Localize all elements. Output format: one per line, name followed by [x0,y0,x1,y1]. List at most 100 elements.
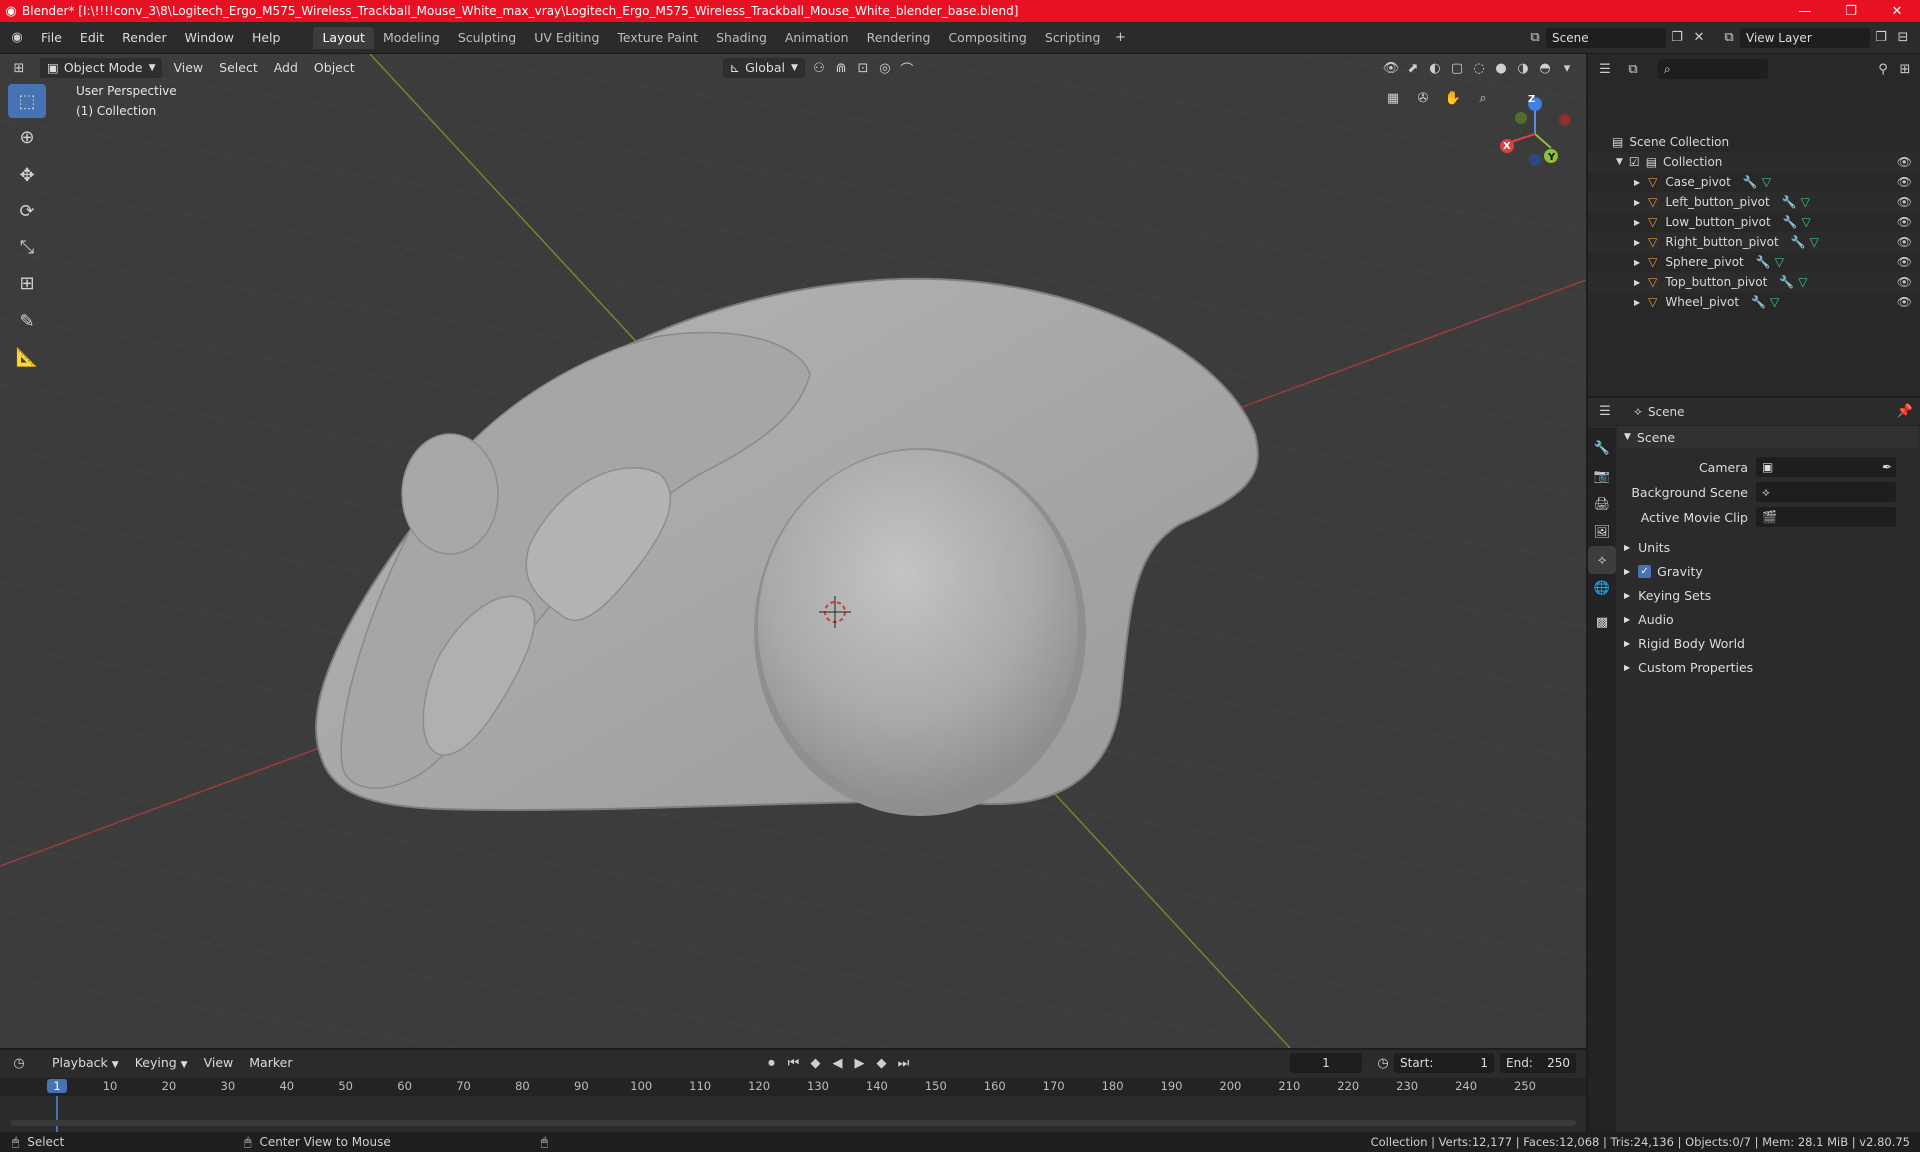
close-button[interactable]: ✕ [1874,0,1920,22]
expand-arrow-icon[interactable]: ▶ [1634,258,1640,267]
pin-icon[interactable]: 📌 [1894,402,1916,422]
prev-keyframe-icon[interactable]: ◆ [804,1053,826,1073]
mode-dropdown[interactable]: ▣ Object Mode ▼ [40,58,163,78]
subpanel-header[interactable]: ▶ Audio [1618,608,1918,630]
gravity-checkbox[interactable]: ✓ [1638,564,1652,578]
expand-arrow-icon[interactable]: ▶ [1634,298,1640,307]
transform-orientation-dropdown[interactable]: ⊾ Global ▼ [722,58,805,78]
move-tool-icon[interactable]: ✥ [8,158,46,192]
end-frame-field[interactable]: End: 250 [1500,1053,1576,1073]
rotate-tool-icon[interactable]: ⟳ [8,194,46,228]
outliner-editor-type-icon[interactable]: ☰ [1594,59,1616,79]
delete-view-layer-icon[interactable]: ⊟ [1892,28,1914,48]
movie-clip-field[interactable]: 🎬 [1756,507,1896,527]
tab-scripting[interactable]: Scripting [1036,27,1110,49]
record-icon[interactable]: ⏺ [760,1053,782,1073]
outliner-search-input[interactable]: ⌕ [1658,59,1768,79]
tab-sculpting[interactable]: Sculpting [449,27,525,49]
transform-tool-icon[interactable]: ⊞ [8,266,46,300]
view-layer-browse-icon[interactable]: ⧉ [1718,28,1740,48]
wireframe-shading-icon[interactable]: ◌ [1468,58,1490,78]
outliner-object-row[interactable]: ▶ ▽ Low_button_pivot 🔧 ▽ 👁 [1588,212,1920,232]
filter-icon[interactable]: ⚲ [1872,59,1894,79]
minimize-button[interactable]: — [1782,0,1828,22]
eye-icon[interactable]: 👁 [1897,255,1912,269]
falloff-icon[interactable]: ⌒ [896,58,918,78]
delete-scene-icon[interactable]: ✕ [1688,28,1710,48]
tab-animation[interactable]: Animation [776,27,858,49]
solid-shading-icon[interactable]: ● [1490,58,1512,78]
tab-modeling[interactable]: Modeling [374,27,449,49]
camera-field[interactable]: ▣ ✒ [1756,457,1896,477]
zoom-icon[interactable]: ⌕ [1472,88,1494,108]
tab-shading[interactable]: Shading [707,27,776,49]
jump-end-icon[interactable]: ⏭ [892,1053,914,1073]
render-tab-icon[interactable]: 📷 [1588,462,1616,490]
subpanel-header[interactable]: ▶ ✓ Gravity [1618,560,1918,582]
background-scene-field[interactable]: ⟡ [1756,482,1896,502]
menu-render[interactable]: Render [113,27,176,49]
expand-arrow-icon[interactable]: ▶ [1634,178,1640,187]
measure-tool-icon[interactable]: 📐 [8,340,46,374]
eye-icon[interactable]: 👁 [1897,195,1912,209]
subpanel-header[interactable]: ▶ Units [1618,536,1918,558]
editor-type-icon[interactable]: ⊞ [8,58,30,78]
outliner-object-row[interactable]: ▶ ▽ Top_button_pivot 🔧 ▽ 👁 [1588,272,1920,292]
new-scene-icon[interactable]: ❐ [1666,28,1688,48]
rendered-shading-icon[interactable]: ◓ [1534,58,1556,78]
tab-compositing[interactable]: Compositing [939,27,1035,49]
display-mode-icon[interactable]: ⧉ [1622,59,1644,79]
start-frame-field[interactable]: Start: 1 [1394,1053,1494,1073]
select-menu[interactable]: Select [211,58,266,78]
texture-tab-icon[interactable]: ▩ [1588,608,1616,636]
eye-icon[interactable]: 👁 [1897,175,1912,189]
object-menu[interactable]: Object [306,58,363,78]
view-layer-tab-icon[interactable]: 🖼 [1588,518,1616,546]
expand-arrow-icon[interactable]: ▶ [1634,218,1640,227]
ortho-grid-icon[interactable]: ▦ [1382,88,1404,108]
visibility-icon[interactable]: 👁 [1380,58,1402,78]
blender-menu-icon[interactable]: ◉ [6,28,28,48]
outliner-object-row[interactable]: ▶ ▽ Left_button_pivot 🔧 ▽ 👁 [1588,192,1920,212]
preview-range-icon[interactable]: ◷ [1372,1053,1394,1073]
output-tab-icon[interactable]: 🖨 [1588,490,1616,518]
eyedropper-icon[interactable]: ✒ [1882,457,1892,477]
eye-icon[interactable]: 👁 [1897,275,1912,289]
tab-texture-paint[interactable]: Texture Paint [608,27,707,49]
new-view-layer-icon[interactable]: ❐ [1870,28,1892,48]
menu-file[interactable]: File [32,27,71,49]
expand-arrow-icon[interactable]: ▶ [1634,278,1640,287]
xray-icon[interactable]: ▢ [1446,58,1468,78]
tool-tab-icon[interactable]: 🔧 [1588,434,1616,462]
menu-window[interactable]: Window [176,27,243,49]
new-collection-icon[interactable]: ⊞ [1894,59,1916,79]
scroll-wheel[interactable] [401,433,499,555]
eye-icon[interactable]: 👁 [1897,155,1912,169]
camera-view-icon[interactable]: ✇ [1412,88,1434,108]
snap-icon[interactable]: ⋒ [830,58,852,78]
scene-tab-icon[interactable]: ⟡ [1588,546,1616,574]
tab-uv-editing[interactable]: UV Editing [525,27,608,49]
cursor-tool-icon[interactable]: ⊕ [8,120,46,154]
timeline-editor-type-icon[interactable]: ◷ [8,1053,30,1073]
snap-target-icon[interactable]: ⊡ [852,58,874,78]
eye-icon[interactable]: 👁 [1897,235,1912,249]
subpanel-header[interactable]: ▶ Custom Properties [1618,656,1918,678]
pivot-point-icon[interactable]: ⚇ [808,58,830,78]
scene-browse-icon[interactable]: ⧉ [1524,28,1546,48]
subpanel-header[interactable]: ▶ Keying Sets [1618,584,1918,606]
select-box-tool-icon[interactable]: ⬚ [8,84,46,118]
annotate-tool-icon[interactable]: ✎ [8,304,46,338]
maximize-button[interactable]: ❐ [1828,0,1874,22]
3d-viewport[interactable]: Z Y X User Perspective (1) Collection ▦ … [0,54,1586,1048]
expand-arrow-icon[interactable]: ▼ [1616,157,1623,167]
overlays-icon[interactable]: ◐ [1424,58,1446,78]
timeline-scrollbar[interactable] [10,1120,1576,1126]
timeline-view-menu[interactable]: View [196,1053,242,1073]
proportional-edit-icon[interactable]: ◎ [874,58,896,78]
scale-tool-icon[interactable]: ⤡ [8,230,46,264]
scene-field[interactable]: Scene [1546,27,1666,48]
outliner-scene-collection[interactable]: ▤ Scene Collection [1588,132,1920,152]
subpanel-header[interactable]: ▶ Rigid Body World [1618,632,1918,654]
outliner-object-row[interactable]: ▶ ▽ Sphere_pivot 🔧 ▽ 👁 [1588,252,1920,272]
